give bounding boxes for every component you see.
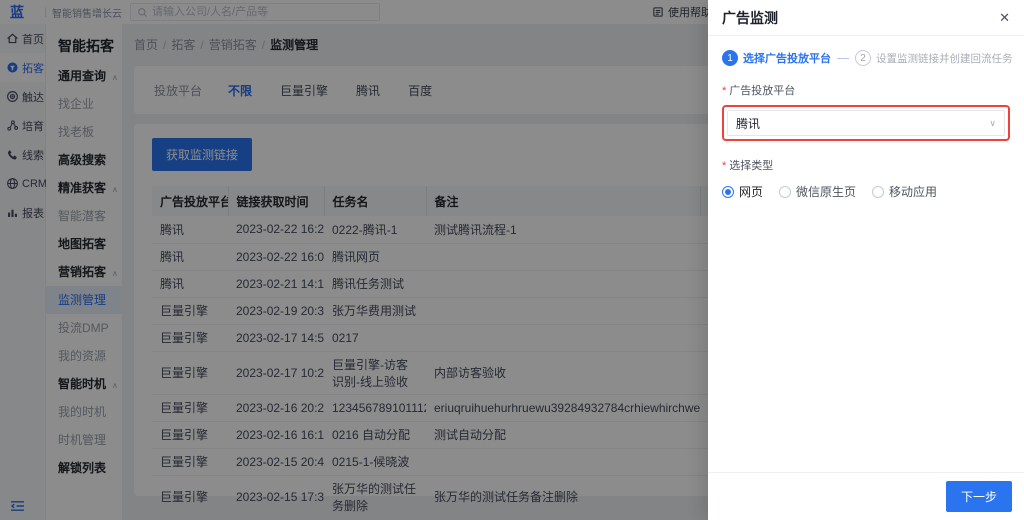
step-connector-line bbox=[837, 57, 849, 59]
stepper: 1 选择广告投放平台 2 设置监测链接并创建回流任务 bbox=[722, 50, 1013, 66]
chevron-down-icon: ∨ bbox=[989, 117, 996, 128]
type-radio-0[interactable]: 网页 bbox=[722, 183, 763, 200]
step-2-label: 设置监测链接并创建回流任务 bbox=[876, 52, 1013, 65]
drawer-body: 1 选择广告投放平台 2 设置监测链接并创建回流任务 * 广告投放平台 腾讯 ∨ … bbox=[708, 36, 1024, 472]
radio-selected-icon bbox=[722, 185, 734, 198]
type-field: * 选择类型 网页 微信原生页 移动应用 bbox=[722, 157, 1010, 200]
radio-label: 网页 bbox=[739, 185, 764, 199]
drawer-header: 广告监测 ✕ bbox=[708, 0, 1024, 36]
radio-label: 微信原生页 bbox=[796, 185, 857, 199]
radio-icon bbox=[779, 185, 792, 198]
tour-highlight-box: 腾讯 ∨ bbox=[722, 105, 1010, 141]
platform-select[interactable]: 腾讯 ∨ bbox=[727, 110, 1005, 136]
drawer-title: 广告监测 bbox=[722, 9, 778, 26]
step-2-circle: 2 bbox=[855, 50, 871, 66]
platform-field: * 广告投放平台 腾讯 ∨ bbox=[722, 82, 1010, 141]
type-radio-group: 网页 微信原生页 移动应用 bbox=[722, 183, 1010, 200]
platform-select-value: 腾讯 bbox=[736, 116, 761, 131]
type-radio-1[interactable]: 微信原生页 bbox=[779, 183, 856, 200]
radio-label: 移动应用 bbox=[889, 185, 938, 199]
radio-icon bbox=[872, 185, 885, 198]
required-mark: * bbox=[722, 160, 727, 172]
required-mark: * bbox=[722, 85, 727, 97]
close-icon[interactable]: ✕ bbox=[999, 11, 1010, 24]
step-1-label: 选择广告投放平台 bbox=[743, 53, 831, 65]
type-radio-2[interactable]: 移动应用 bbox=[872, 183, 937, 200]
drawer-footer: 下一步 bbox=[708, 472, 1024, 520]
drawer-mask-overlay[interactable] bbox=[0, 0, 708, 520]
ad-monitor-drawer: 广告监测 ✕ 1 选择广告投放平台 2 设置监测链接并创建回流任务 * 广告投放平… bbox=[708, 0, 1024, 520]
type-field-label: * 选择类型 bbox=[722, 160, 774, 172]
next-step-button[interactable]: 下一步 bbox=[945, 481, 1012, 512]
step-1-circle: 1 bbox=[722, 50, 738, 66]
platform-field-label: * 广告投放平台 bbox=[722, 85, 796, 97]
